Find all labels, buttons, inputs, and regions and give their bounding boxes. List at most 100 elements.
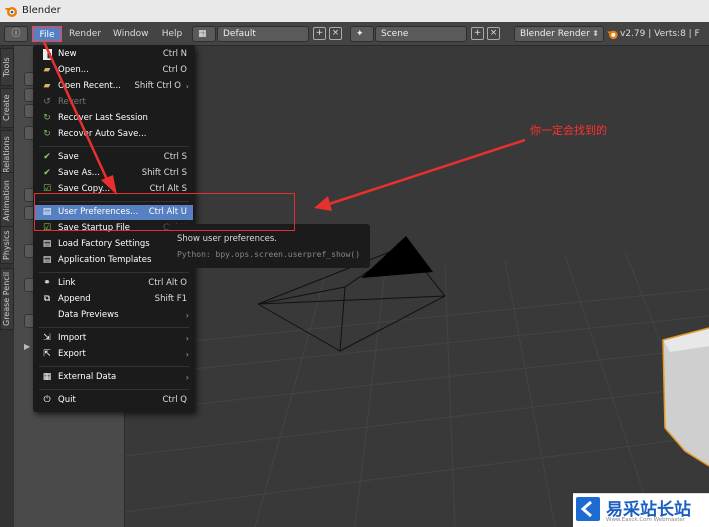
- menu-item-label: External Data: [58, 372, 117, 382]
- menu-item-revert[interactable]: ↺ Revert: [35, 95, 193, 110]
- menu-item-label: Export: [58, 349, 86, 359]
- tab-create[interactable]: Create: [0, 88, 14, 128]
- menu-item-external-data[interactable]: ▦ External Data ›: [35, 370, 193, 385]
- menu-item-label: Open...: [58, 65, 89, 75]
- recover-icon: ↻: [43, 113, 51, 123]
- menu-item-link[interactable]: ⚭ Link Ctrl Alt O: [35, 276, 193, 291]
- menu-item-label: Save As...: [58, 168, 100, 178]
- menu-file[interactable]: File: [32, 26, 62, 42]
- link-icon: ⚭: [43, 278, 51, 288]
- menu-item-shortcut: Ctrl N: [162, 49, 187, 59]
- submenu-arrow-icon: ›: [185, 82, 189, 91]
- menu-separator: [39, 146, 189, 147]
- annotation-highlight-box: [34, 193, 295, 231]
- camera-up-triangle: [361, 236, 433, 278]
- append-icon: ⧉: [43, 294, 51, 304]
- menu-item-shortcut: Ctrl Alt O: [148, 278, 187, 288]
- templates-icon: ▤: [42, 255, 52, 265]
- window-title: Blender: [22, 5, 61, 16]
- recover-auto-icon: ↻: [43, 129, 51, 139]
- tooltip-title: Show user preferences.: [177, 234, 277, 244]
- menu-separator: [39, 272, 189, 273]
- menu-item-import[interactable]: ⇲ Import ›: [35, 331, 193, 346]
- menu-item-label: Import: [58, 333, 87, 343]
- remove-layout-icon[interactable]: ×: [329, 27, 342, 40]
- blender-window: Blender ⓘ File Render Window Help ▦ Defa…: [0, 0, 709, 527]
- layout-grid-icon: ▦: [198, 29, 207, 39]
- menu-item-append[interactable]: ⧉ Append Shift F1: [35, 292, 193, 307]
- quit-icon: ⏻: [43, 395, 51, 405]
- revert-icon: ↺: [43, 97, 51, 107]
- layout-icon-button[interactable]: ▦: [192, 26, 216, 42]
- open-recent-icon: ▰: [43, 81, 51, 91]
- save-check-icon: ✔: [43, 152, 51, 162]
- add-scene-icon[interactable]: +: [471, 27, 484, 40]
- tool-shelf-tabs: Tools Create Relations Animation Physics…: [0, 46, 14, 527]
- add-layout-icon[interactable]: +: [313, 27, 326, 40]
- menu-item-open-recent[interactable]: ▰ Open Recent... Shift Ctrl O ›: [35, 79, 193, 94]
- import-icon: ⇲: [43, 333, 51, 343]
- menu-item-export[interactable]: ⇱ Export ›: [35, 347, 193, 362]
- screen-layout-value: Default: [223, 29, 256, 39]
- tab-grease-pencil[interactable]: Grease Pencil: [0, 268, 14, 330]
- scene-dropdown[interactable]: Scene: [375, 26, 467, 42]
- 3d-viewport[interactable]: [125, 46, 709, 527]
- open-folder-icon: ▰: [43, 65, 51, 75]
- menu-render[interactable]: Render: [66, 26, 102, 42]
- annotation-text: 你一定会找到的: [530, 124, 607, 137]
- menu-item-shortcut: Ctrl Q: [162, 395, 187, 405]
- menu-item-label: Recover Auto Save...: [58, 129, 147, 139]
- menu-item-quit[interactable]: ⏻ Quit Ctrl Q: [35, 393, 193, 408]
- tab-animation[interactable]: Animation: [0, 172, 14, 230]
- menu-item-open[interactable]: ▰ Open... Ctrl O: [35, 63, 193, 78]
- menu-help[interactable]: Help: [158, 26, 186, 42]
- scene-stats: v2.79 | Verts:8 | F: [620, 29, 700, 39]
- scene-value: Scene: [381, 29, 409, 39]
- menu-item-recover-last-session[interactable]: ↻ Recover Last Session: [35, 111, 193, 126]
- submenu-arrow-icon: ›: [185, 350, 189, 359]
- new-file-icon: ▗: [43, 49, 52, 60]
- menu-item-label: Revert: [58, 97, 86, 107]
- menu-item-label: Open Recent...: [58, 81, 121, 91]
- blender-logo-icon: [5, 7, 17, 17]
- menu-item-new[interactable]: ▗ New Ctrl N: [35, 47, 193, 62]
- render-engine-dropdown[interactable]: Blender Render ⬍: [514, 26, 604, 42]
- save-as-icon: ✔: [43, 168, 51, 178]
- cube-object: [662, 327, 709, 467]
- blender-version-icon: [607, 30, 618, 40]
- menu-item-label: New: [58, 49, 77, 59]
- submenu-arrow-icon: ›: [185, 334, 189, 343]
- watermark: 易采站长站 Www.Easck.Com Webmaster: [573, 493, 709, 527]
- menu-item-label: Quit: [58, 395, 76, 405]
- scene-icon-button[interactable]: ✦: [350, 26, 374, 42]
- menu-item-shortcut: Shift Ctrl S: [141, 168, 187, 178]
- tooltip-python: Python: bpy.ops.screen.userpref_show(): [177, 250, 361, 259]
- menu-item-save[interactable]: ✔ Save Ctrl S: [35, 150, 193, 165]
- menu-item-recover-auto-save[interactable]: ↻ Recover Auto Save...: [35, 127, 193, 142]
- render-engine-value: Blender Render: [520, 29, 590, 39]
- panel-collapse-icon[interactable]: ▶: [24, 342, 30, 351]
- menu-item-data-previews[interactable]: Data Previews ›: [35, 308, 193, 323]
- info-header: ⓘ File Render Window Help ▦ Default + × …: [0, 22, 709, 46]
- menu-separator: [39, 366, 189, 367]
- menu-item-shortcut: Shift F1: [154, 294, 187, 304]
- menu-item-shortcut: Ctrl O: [162, 65, 187, 75]
- info-editor-icon[interactable]: ⓘ: [4, 26, 28, 42]
- menu-window[interactable]: Window: [110, 26, 150, 42]
- watermark-url: Www.Easck.Com Webmaster: [606, 517, 686, 523]
- remove-scene-icon[interactable]: ×: [487, 27, 500, 40]
- menu-item-label: Append: [58, 294, 91, 304]
- menu-item-shortcut: Shift Ctrl O: [134, 81, 181, 91]
- menu-item-label: Link: [58, 278, 76, 288]
- tab-tools[interactable]: Tools: [0, 48, 14, 86]
- screen-layout-dropdown[interactable]: Default: [217, 26, 309, 42]
- menu-item-save-as[interactable]: ✔ Save As... Shift Ctrl S: [35, 166, 193, 181]
- tab-physics[interactable]: Physics: [0, 226, 14, 264]
- menu-item-label: Recover Last Session: [58, 113, 148, 123]
- load-factory-icon: ▤: [42, 239, 52, 249]
- menu-item-label: Data Previews: [58, 310, 119, 320]
- menu-item-shortcut: Ctrl S: [163, 152, 187, 162]
- title-bar: Blender: [0, 0, 709, 22]
- menu-item-label: Application Templates: [58, 255, 152, 265]
- watermark-logo-icon: [576, 497, 600, 521]
